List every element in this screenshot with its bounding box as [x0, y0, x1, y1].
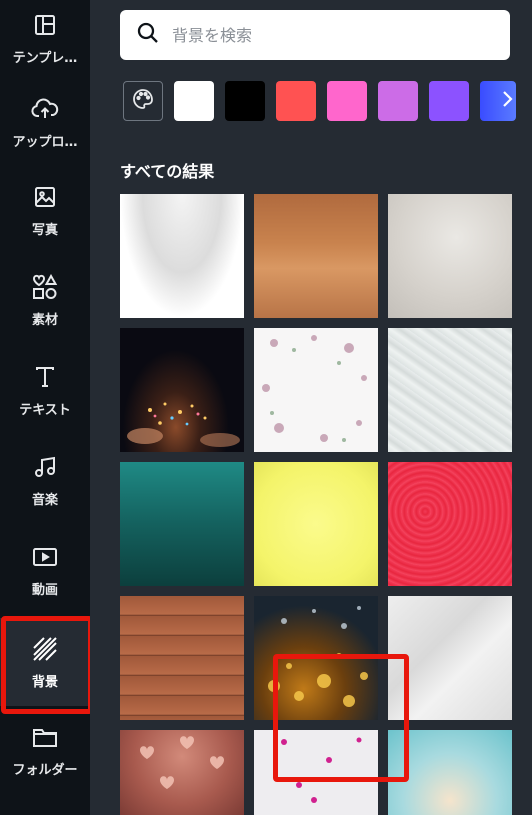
sidebar-item-uploads[interactable]: アップロ… [0, 78, 90, 166]
results-heading: すべての結果 [120, 162, 215, 181]
color-swatch-black[interactable] [225, 81, 265, 121]
sidebar-item-label: テンプレ… [12, 50, 78, 66]
folder-icon [31, 723, 59, 751]
sidebar-item-templates[interactable]: テンプレ… [0, 0, 90, 76]
sidebar-item-label: アップロ… [12, 134, 78, 150]
background-tile-marble[interactable] [388, 596, 512, 720]
bokeh-lights-image [127, 402, 240, 447]
upload-cloud-icon [31, 95, 59, 123]
color-swatches [123, 81, 516, 121]
background-tile-wood-planks[interactable] [120, 596, 244, 720]
video-icon [31, 543, 59, 571]
background-tile-bokeh-lights-hands[interactable] [120, 328, 244, 452]
music-icon [31, 453, 59, 481]
heart-bokeh-image [140, 736, 224, 789]
sidebar-item-label: テキスト [19, 402, 71, 418]
search-input[interactable] [172, 25, 472, 45]
sidebar-item-background[interactable]: 背景 [0, 618, 90, 706]
background-tile-wood-orange[interactable] [254, 194, 378, 318]
color-swatch-blue[interactable] [480, 81, 516, 121]
background-tile-white-paper-crumpled[interactable] [388, 328, 512, 452]
chevron-right-icon[interactable] [500, 88, 514, 114]
sidebar-item-label: フォルダー [12, 762, 78, 778]
sidebar: テンプレ… アップロ… 写真 素材 テキスト 音楽 動画 背景 フォルダー [0, 0, 93, 815]
background-tile-pink-stars[interactable] [254, 730, 378, 815]
sidebar-item-video[interactable]: 動画 [0, 526, 90, 614]
background-tile-teal-bokeh[interactable] [388, 730, 512, 815]
sidebar-item-label: 写真 [31, 222, 58, 238]
template-icon [31, 11, 59, 39]
background-tile-red-leather[interactable] [388, 462, 512, 586]
color-swatch-white[interactable] [174, 81, 214, 121]
color-palette-button[interactable] [123, 81, 163, 121]
background-icon [31, 635, 59, 663]
background-tile-white-gradient[interactable] [120, 194, 244, 318]
sidebar-item-text[interactable]: テキスト [0, 346, 90, 434]
sidebar-item-label: 音楽 [31, 492, 58, 508]
color-swatch-red[interactable] [276, 81, 316, 121]
sidebar-item-label: 素材 [31, 312, 58, 328]
photo-icon [31, 183, 59, 211]
background-tile-heart-bokeh[interactable] [120, 730, 244, 815]
color-swatch-lilac[interactable] [378, 81, 418, 121]
sidebar-item-folders[interactable]: フォルダー [0, 706, 90, 794]
palette-icon [131, 87, 155, 115]
text-icon [31, 363, 59, 391]
sidebar-item-label: 動画 [31, 582, 58, 598]
background-tile-yellow-paper[interactable] [254, 462, 378, 586]
elements-icon [31, 273, 59, 301]
background-tile-grey-texture[interactable] [388, 194, 512, 318]
background-tile-white-flowers[interactable] [254, 328, 378, 452]
background-panel: すべての結果 [90, 0, 532, 815]
color-swatch-purple[interactable] [429, 81, 469, 121]
search-bar[interactable] [120, 10, 510, 60]
background-tile-golden-bokeh[interactable] [254, 596, 378, 720]
sidebar-item-label: 背景 [31, 674, 58, 690]
flower-petals-image [262, 335, 367, 442]
search-icon [136, 21, 160, 49]
color-swatch-pink[interactable] [327, 81, 367, 121]
background-tile-teal-gradient[interactable] [120, 462, 244, 586]
sidebar-item-elements[interactable]: 素材 [0, 256, 90, 344]
golden-bokeh-image [268, 606, 368, 707]
pink-stars-image [281, 737, 362, 803]
sidebar-item-photos[interactable]: 写真 [0, 166, 90, 254]
sidebar-item-music[interactable]: 音楽 [0, 436, 90, 524]
